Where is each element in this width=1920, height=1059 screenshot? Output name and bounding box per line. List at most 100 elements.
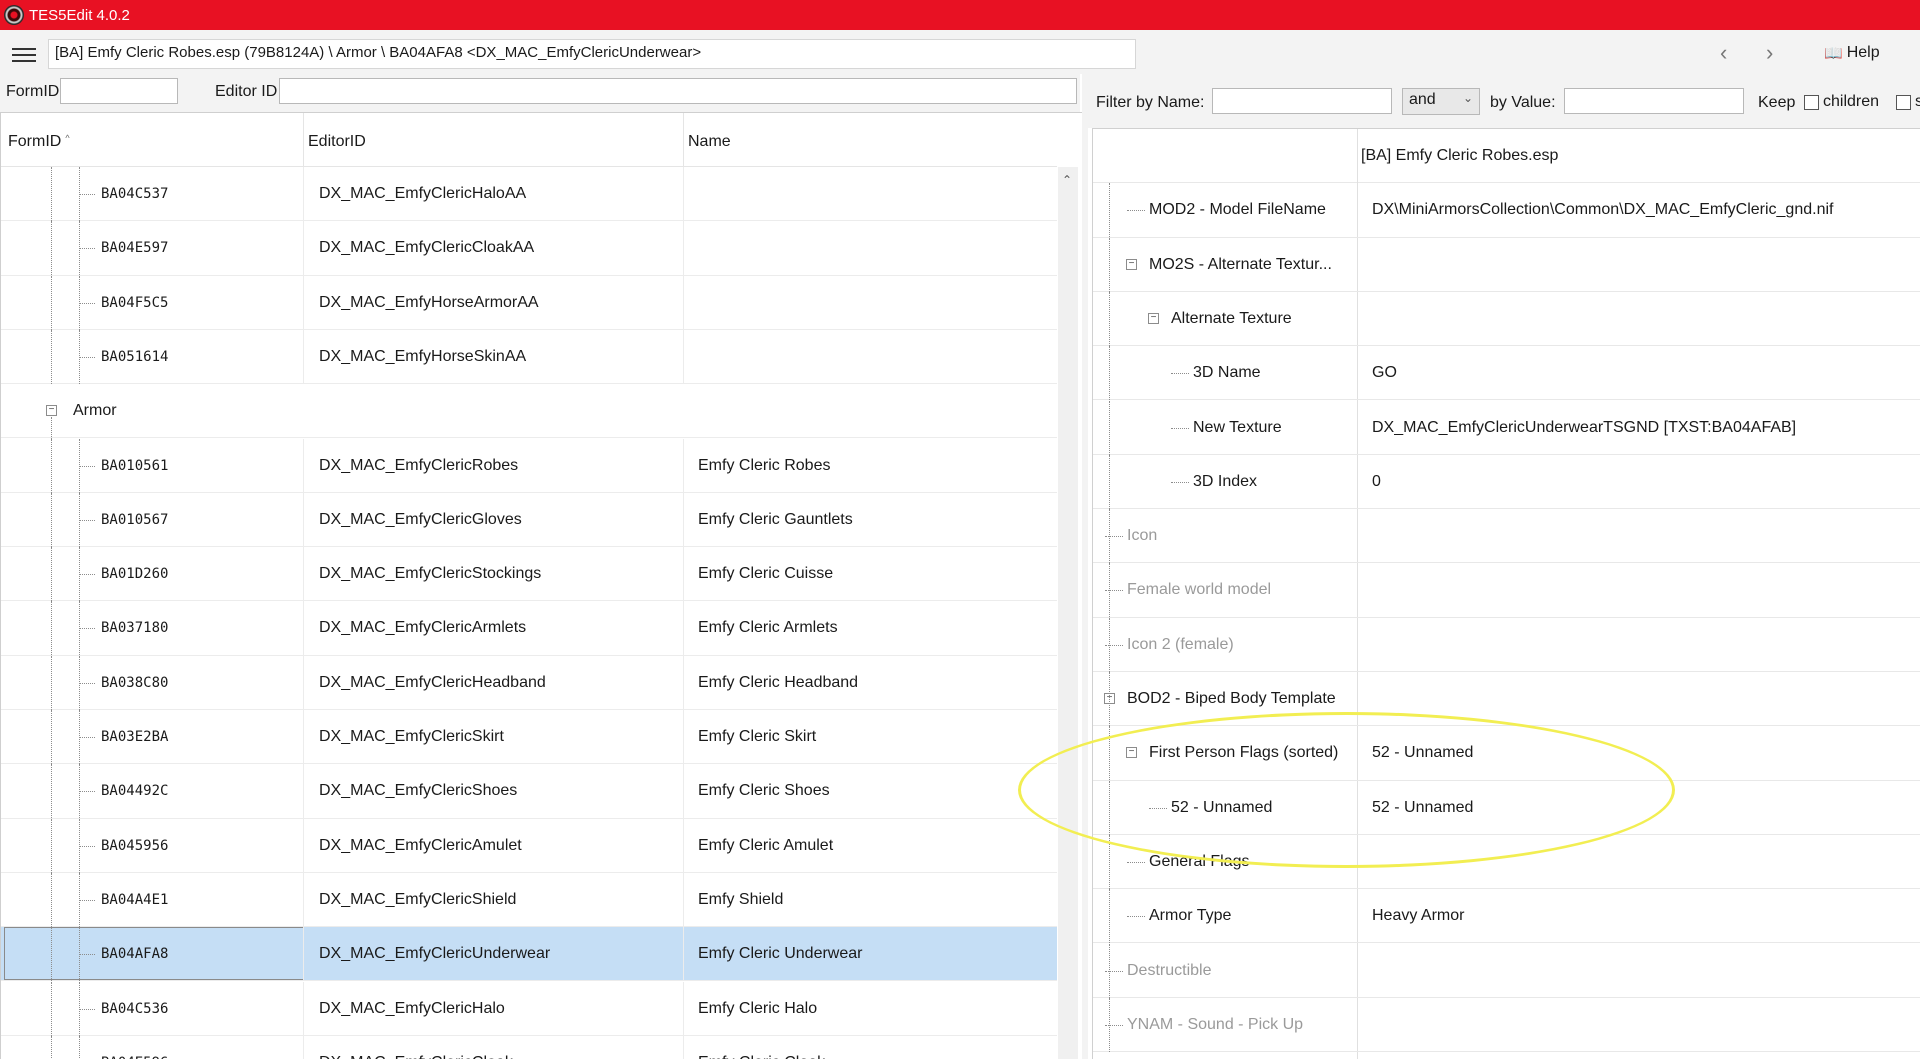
table-row[interactable]: BA04C537 DX_MAC_EmfyClericHaloAA: [1, 167, 1057, 222]
record-field-label: BOD2 - Biped Body Template: [1127, 690, 1336, 707]
record-view: [BA] Emfy Cleric Robes.esp MOD2 - Model …: [1092, 128, 1920, 1059]
forward-arrow-icon[interactable]: ›: [1766, 42, 1773, 64]
formid-cell: BA01D260: [101, 566, 169, 583]
table-row[interactable]: BA010567 DX_MAC_EmfyClericGloves Emfy Cler…: [1, 492, 1057, 548]
record-field-row[interactable]: − MO2S - Alternate Textur...: [1093, 237, 1920, 292]
name-cell: Emfy Cleric Underwear: [698, 945, 863, 963]
filter-operator-select[interactable]: and ⌄: [1402, 88, 1480, 115]
children-checkbox[interactable]: [1804, 95, 1819, 110]
book-icon: 📖: [1824, 45, 1843, 62]
collapse-icon[interactable]: −: [46, 405, 57, 417]
editorid-cell: DX_MAC_EmfyClericAmulet: [319, 836, 522, 854]
table-row[interactable]: BA038C80 DX_MAC_EmfyClericHeadband Emfy Cl…: [1, 655, 1057, 710]
record-field-row[interactable]: − BOD2 - Biped Body Template: [1093, 672, 1920, 727]
record-field-label: 52 - Unnamed: [1171, 798, 1273, 816]
collapse-icon[interactable]: −: [1126, 258, 1137, 270]
table-row[interactable]: BA04F5C5 DX_MAC_EmfyHorseArmorAA: [1, 275, 1057, 330]
panel-splitter[interactable]: [1082, 74, 1088, 1059]
grid-scrollbar[interactable]: ⌃: [1058, 167, 1078, 1059]
editorid-filter-input[interactable]: [279, 78, 1077, 104]
editorid-cell: DX_MAC_EmfyClericCloak: [319, 1036, 513, 1059]
scroll-up-arrow-icon[interactable]: ⌃: [1062, 173, 1072, 187]
record-grid: FormID ^ EditorID Name BA04C537 DX_MAC_Emf…: [0, 112, 1082, 1059]
editorid-cell: DX_MAC_EmfyClericCloakAA: [319, 239, 535, 257]
record-path-field[interactable]: [BA] Emfy Cleric Robes.esp (79B8124A) \ …: [48, 39, 1136, 69]
record-field-row[interactable]: 52 - Unnamed 52 - Unnamed: [1093, 780, 1920, 835]
table-row[interactable]: BA010561 DX_MAC_EmfyClericRobes Emfy Cleri…: [1, 438, 1057, 493]
table-row[interactable]: BA01D260 DX_MAC_EmfyClericStockings Emfy C…: [1, 547, 1057, 602]
record-field-row[interactable]: Icon: [1093, 509, 1920, 564]
record-field-row[interactable]: MOD2 - Model FileName DX\MiniArmorsCollec…: [1093, 183, 1920, 238]
table-row[interactable]: BA051614 DX_MAC_EmfyHorseSkinAA: [1, 329, 1057, 385]
record-field-row[interactable]: Destructible: [1093, 943, 1920, 998]
table-row[interactable]: BA04E596 DX_MAC_EmfyClericCloak Emfy Cleri…: [1, 1035, 1057, 1059]
title-bar: TES5Edit 4.0.2: [0, 0, 1920, 30]
table-row[interactable]: BA04A4E1 DX_MAC_EmfyClericShield Emfy Shie…: [1, 872, 1057, 928]
table-row[interactable]: BA03E2BA DX_MAC_EmfyClericSkirt Emfy Cleri…: [1, 710, 1057, 765]
name-cell: Emfy Cleric Robes: [698, 456, 831, 474]
formid-filter-input[interactable]: [60, 78, 178, 104]
editorid-column-header[interactable]: EditorID: [308, 133, 366, 151]
record-field-row[interactable]: General Flags: [1093, 834, 1920, 890]
record-field-label: Armor Type: [1149, 907, 1232, 925]
record-file-header: [BA] Emfy Cleric Robes.esp: [1361, 147, 1559, 164]
record-field-row[interactable]: 3D Name GO: [1093, 346, 1920, 401]
right-filter-bar: Filter by Name: and ⌄ by Value: Keep chi…: [1088, 74, 1920, 128]
record-field-row[interactable]: 3D Index 0: [1093, 454, 1920, 510]
table-row[interactable]: BA04E597 DX_MAC_EmfyClericCloakAA: [1, 221, 1057, 276]
record-field-label: YNAM - Sound - Pick Up: [1127, 1015, 1304, 1033]
filter-by-name-input[interactable]: [1212, 88, 1392, 114]
formid-cell: BA04F5C5: [101, 294, 169, 311]
name-column-header[interactable]: Name: [688, 133, 731, 151]
record-field-row[interactable]: − Alternate Texture: [1093, 291, 1920, 347]
menu-icon[interactable]: [12, 48, 36, 62]
formid-cell: BA03E2BA: [101, 729, 169, 745]
tree-group-label: Armor: [73, 402, 117, 420]
record-field-row[interactable]: Icon 2 (female): [1093, 617, 1920, 672]
record-field-row[interactable]: − First Person Flags (sorted) 52 - Unnamed: [1093, 726, 1920, 781]
back-arrow-icon[interactable]: ‹: [1720, 42, 1727, 64]
record-field-label: First Person Flags (sorted): [1149, 744, 1339, 762]
editorid-cell: DX_MAC_EmfyClericHaloAA: [319, 185, 527, 202]
formid-cell: BA04492C: [101, 783, 169, 800]
collapse-icon[interactable]: −: [1126, 747, 1137, 759]
name-cell: Emfy Cleric Armlets: [698, 619, 838, 637]
extra-checkbox[interactable]: [1896, 95, 1911, 110]
filter-by-value-input[interactable]: [1564, 88, 1744, 114]
formid-cell: BA04E597: [101, 240, 169, 257]
formid-cell: BA038C80: [101, 674, 169, 691]
window-title: TES5Edit 4.0.2: [29, 6, 130, 24]
formid-cell: BA04AFA8: [101, 946, 169, 963]
formid-column-header[interactable]: FormID ^: [8, 133, 70, 151]
record-field-row[interactable]: Armor Type Heavy Armor: [1093, 889, 1920, 944]
record-field-label: Icon: [1127, 527, 1158, 545]
table-row[interactable]: BA04AFA8 DX_MAC_EmfyClericUnderwear Emfy C…: [1, 927, 1057, 982]
record-file-header-row: [BA] Emfy Cleric Robes.esp: [1093, 129, 1920, 184]
editorid-cell: DX_MAC_EmfyClericShoes: [319, 782, 518, 800]
record-field-row[interactable]: New Texture DX_MAC_EmfyClericUnderwearTSG…: [1093, 400, 1920, 455]
table-row[interactable]: BA037180 DX_MAC_EmfyClericArmlets Emfy Cle…: [1, 601, 1057, 656]
toolbar: [BA] Emfy Cleric Robes.esp (79B8124A) \ …: [0, 30, 1920, 74]
tree-group-row[interactable]: − Armor: [1, 384, 1057, 440]
formid-cell: BA04C537: [101, 186, 169, 202]
app-logo-icon: [4, 5, 24, 25]
by-value-label: by Value:: [1490, 94, 1556, 111]
editorid-cell: DX_MAC_EmfyClericArmlets: [319, 619, 527, 637]
table-row[interactable]: BA045956 DX_MAC_EmfyClericAmulet Emfy Cler…: [1, 818, 1057, 873]
help-button[interactable]: 📖 Help: [1824, 44, 1880, 62]
record-field-row[interactable]: Female world model: [1093, 563, 1920, 618]
sort-ascending-icon: ^: [65, 133, 70, 143]
formid-filter-label: FormID: [6, 83, 60, 100]
table-row[interactable]: BA04C536 DX_MAC_EmfyClericHalo Emfy Cleric…: [1, 981, 1057, 1036]
formid-cell: BA010561: [101, 457, 169, 474]
record-field-row[interactable]: YNAM - Sound - Pick Up: [1093, 997, 1920, 1053]
grid-rows: BA04C537 DX_MAC_EmfyClericHaloAA BA04E597 D…: [1, 167, 1057, 1059]
editorid-cell: DX_MAC_EmfyClericStockings: [319, 565, 542, 583]
editorid-cell: DX_MAC_EmfyClericSkirt: [319, 728, 504, 745]
table-row[interactable]: BA04492C DX_MAC_EmfyClericShoes Emfy Cleri…: [1, 764, 1057, 819]
collapse-icon[interactable]: −: [1148, 312, 1159, 324]
formid-cell: BA037180: [101, 620, 169, 637]
editorid-cell: DX_MAC_EmfyClericRobes: [319, 456, 519, 474]
name-cell: Emfy Cleric Halo: [698, 999, 818, 1017]
record-field-value: DX\MiniArmorsCollection\Common\DX_MAC_Em…: [1372, 201, 1834, 219]
